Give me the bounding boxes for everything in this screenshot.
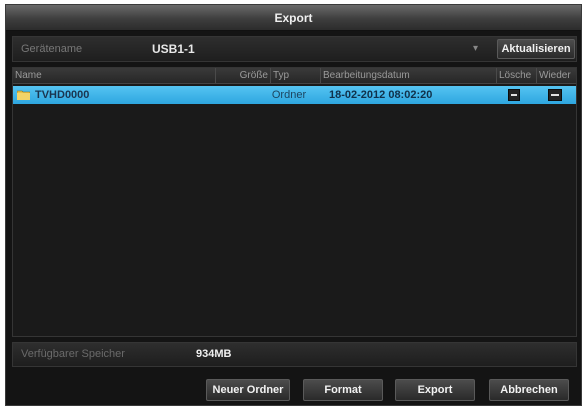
file-table: Name Größe Typ Bearbeitungsdatum Lösche … bbox=[12, 67, 577, 337]
export-dialog: Export Gerätename USB1-1 ▾ Aktualisieren… bbox=[5, 4, 582, 406]
refresh-button[interactable]: Aktualisieren bbox=[497, 39, 575, 59]
folder-icon bbox=[17, 90, 30, 100]
minus-icon bbox=[551, 94, 559, 96]
device-name-row: Gerätename USB1-1 ▾ Aktualisieren bbox=[12, 36, 577, 62]
column-header-type[interactable]: Typ bbox=[271, 68, 321, 83]
column-header-delete[interactable]: Lösche bbox=[497, 68, 537, 83]
storage-label: Verfügbarer Speicher bbox=[21, 348, 125, 360]
minus-icon bbox=[511, 94, 517, 96]
export-button[interactable]: Export bbox=[395, 379, 475, 401]
device-select[interactable]: USB1-1 ▾ bbox=[150, 38, 484, 60]
play-button[interactable] bbox=[548, 89, 562, 101]
table-header: Name Größe Typ Bearbeitungsdatum Lösche … bbox=[13, 68, 576, 84]
device-name-label: Gerätename bbox=[21, 43, 83, 55]
format-button[interactable]: Format bbox=[303, 379, 383, 401]
new-folder-button[interactable]: Neuer Ordner bbox=[206, 379, 290, 401]
cancel-button[interactable]: Abbrechen bbox=[489, 379, 569, 401]
dialog-title: Export bbox=[6, 5, 581, 31]
chevron-down-icon: ▾ bbox=[472, 43, 478, 54]
row-name: TVHD0000 bbox=[35, 89, 90, 101]
delete-button[interactable] bbox=[508, 89, 520, 101]
table-row[interactable]: TVHD0000 Ordner 18-02-2012 08:02:20 bbox=[13, 86, 576, 104]
column-header-play[interactable]: Wieder bbox=[537, 68, 578, 83]
column-header-date[interactable]: Bearbeitungsdatum bbox=[321, 68, 497, 83]
column-header-name[interactable]: Name bbox=[13, 68, 216, 83]
storage-value: 934MB bbox=[196, 348, 232, 360]
device-select-value: USB1-1 bbox=[152, 42, 195, 56]
column-header-size[interactable]: Größe bbox=[216, 68, 271, 83]
row-date: 18-02-2012 08:02:20 bbox=[329, 89, 433, 101]
storage-row: Verfügbarer Speicher 934MB bbox=[12, 342, 577, 367]
row-type: Ordner bbox=[271, 89, 307, 101]
